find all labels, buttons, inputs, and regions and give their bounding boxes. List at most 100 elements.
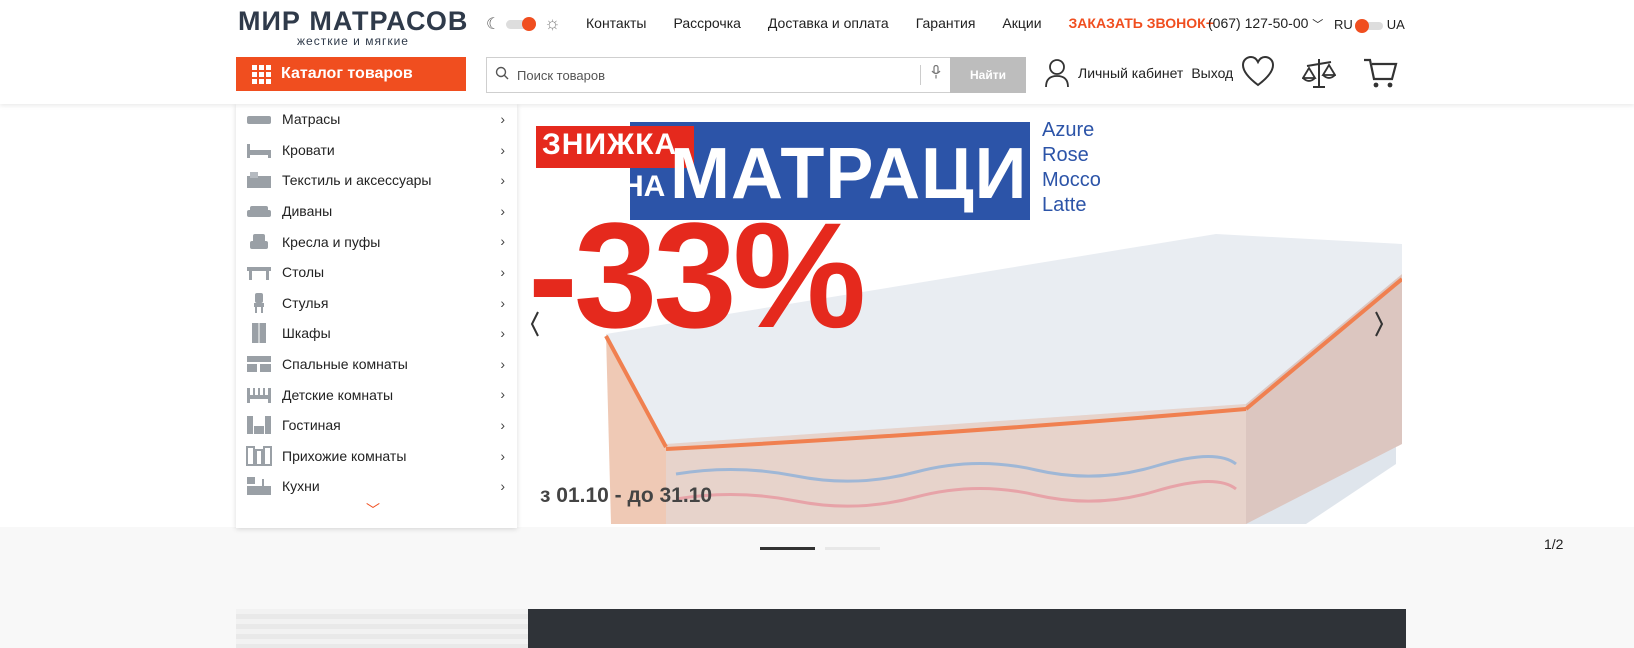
top-nav: Контакты Рассрочка Доставка и оплата Гар… bbox=[586, 15, 1214, 31]
nav-warranty[interactable]: Гарантия bbox=[916, 15, 976, 31]
chevron-right-icon: › bbox=[500, 233, 505, 250]
menu-item-label: Гостиная bbox=[282, 417, 341, 434]
menu-item-hallways[interactable]: Прихожие комнаты › bbox=[236, 441, 517, 472]
chevron-right-icon: › bbox=[500, 141, 505, 158]
logout-link[interactable]: Выход bbox=[1191, 65, 1233, 81]
chevron-right-icon: › bbox=[500, 478, 505, 495]
language-switch[interactable]: RU UA bbox=[1334, 17, 1405, 33]
menu-item-bedrooms[interactable]: Спальные комнаты › bbox=[236, 349, 517, 380]
menu-item-kitchens[interactable]: Кухни › bbox=[236, 471, 517, 502]
nav-contacts[interactable]: Контакты bbox=[586, 15, 646, 31]
wardrobe-icon bbox=[252, 323, 266, 344]
account-area: Личный кабинет Выход bbox=[1044, 58, 1233, 88]
logo-subtitle: жесткие и мягкие bbox=[297, 34, 409, 48]
menu-item-tables[interactable]: Столы › bbox=[236, 257, 517, 288]
menu-item-wardrobes[interactable]: Шкафы › bbox=[236, 318, 517, 349]
search-button[interactable]: Найти bbox=[950, 57, 1026, 93]
banner-model-mocco: Mocco bbox=[1042, 169, 1101, 191]
catalog-button[interactable]: Каталог товаров bbox=[236, 57, 466, 91]
grid-icon bbox=[252, 64, 271, 84]
search-input[interactable] bbox=[517, 58, 920, 92]
chevron-right-icon: › bbox=[500, 386, 505, 403]
mattress-icon bbox=[247, 116, 271, 125]
menu-item-label: Кухни bbox=[282, 478, 320, 495]
sun-icon: ☼ bbox=[544, 13, 561, 33]
phone-number: (067) 127-50-00 bbox=[1208, 15, 1309, 31]
page: МИР МАТРАСОВ жесткие и мягкие ☾ ☼ Контак… bbox=[0, 0, 1634, 648]
lang-ru[interactable]: RU bbox=[1334, 17, 1353, 32]
hallway-icon bbox=[246, 445, 272, 466]
chevron-right-icon: › bbox=[500, 111, 505, 127]
banner-dates: з 01.10 - до 31.10 bbox=[540, 484, 713, 507]
banner-model-azure: Azure bbox=[1042, 119, 1095, 141]
catalog-menu: Матрасы › Кровати › Текстиль и аксессуары ›… bbox=[236, 104, 517, 528]
moon-icon: ☾ bbox=[486, 16, 501, 33]
armchair-icon bbox=[250, 233, 268, 249]
menu-item-label: Прихожие комнаты bbox=[282, 447, 407, 464]
menu-item-sofas[interactable]: Диваны › bbox=[236, 196, 517, 227]
chevron-right-icon: › bbox=[500, 355, 505, 372]
order-call-button[interactable]: ЗАКАЗАТЬ ЗВОНОК+ bbox=[1069, 15, 1214, 31]
textile-icon bbox=[247, 172, 271, 189]
kids-room-icon bbox=[247, 387, 271, 403]
cart-icon[interactable] bbox=[1362, 54, 1398, 90]
personal-cabinet-link[interactable]: Личный кабинет bbox=[1078, 65, 1183, 81]
microphone-icon[interactable] bbox=[920, 64, 950, 85]
banner-discount: -33% bbox=[528, 191, 866, 359]
menu-item-beds[interactable]: Кровати › bbox=[236, 135, 517, 166]
menu-item-kids-rooms[interactable]: Детские комнаты › bbox=[236, 379, 517, 410]
chevron-down-icon[interactable]: ﹀ bbox=[366, 500, 380, 520]
menu-item-label: Текстиль и аксессуары bbox=[282, 172, 432, 189]
below-fold-section bbox=[0, 527, 1634, 648]
chevron-right-icon: › bbox=[500, 263, 505, 280]
chevron-right-icon: › bbox=[500, 447, 505, 464]
search-icon bbox=[487, 66, 517, 84]
banner-model-rose: Rose bbox=[1042, 144, 1089, 166]
sofa-icon bbox=[247, 206, 271, 218]
menu-item-chairs[interactable]: Стулья › bbox=[236, 288, 517, 319]
menu-item-label: Столы bbox=[282, 264, 325, 281]
menu-item-label: Матрасы bbox=[282, 111, 341, 128]
menu-item-label: Спальные комнаты bbox=[282, 356, 408, 373]
table-icon bbox=[247, 267, 271, 281]
language-toggle-knob bbox=[1354, 18, 1369, 33]
chevron-right-icon: › bbox=[500, 202, 505, 219]
menu-item-label: Стулья bbox=[282, 294, 329, 311]
bed-icon bbox=[247, 143, 271, 158]
banner-badge-top: ЗНИЖКА bbox=[542, 128, 678, 161]
theme-toggle[interactable]: ☾ ☼ bbox=[486, 13, 568, 34]
chevron-right-icon: › bbox=[500, 172, 505, 189]
below-fold-left-block bbox=[236, 609, 528, 648]
menu-item-label: Детские комнаты bbox=[282, 386, 394, 403]
menu-item-label: Диваны bbox=[282, 203, 333, 220]
living-room-icon bbox=[247, 416, 271, 435]
chevron-down-icon: ﹀ bbox=[1312, 19, 1324, 31]
heart-icon[interactable] bbox=[1240, 54, 1276, 90]
below-fold-right-image bbox=[528, 609, 1406, 648]
menu-item-textile[interactable]: Текстиль и аксессуары › bbox=[236, 165, 517, 196]
catalog-button-label: Каталог товаров bbox=[281, 65, 413, 82]
logo-title: МИР МАТРАСОВ bbox=[238, 6, 469, 36]
menu-item-label: Шкафы bbox=[282, 325, 331, 342]
kitchen-icon bbox=[247, 477, 271, 496]
chair-icon bbox=[254, 292, 264, 313]
banner-models: Azure Rose Mocco Latte bbox=[1042, 118, 1101, 218]
search-bar: Найти bbox=[486, 57, 1026, 93]
slider-dot-1[interactable] bbox=[760, 547, 815, 550]
menu-item-mattresses[interactable]: Матрасы › bbox=[236, 104, 517, 135]
menu-item-living-room[interactable]: Гостиная › bbox=[236, 410, 517, 441]
nav-installments[interactable]: Рассрочка bbox=[673, 15, 740, 31]
slider-counter: 1/2 bbox=[1544, 536, 1564, 552]
nav-promotions[interactable]: Акции bbox=[1002, 15, 1041, 31]
phone-dropdown[interactable]: (067) 127-50-00 ﹀ bbox=[1208, 15, 1323, 32]
user-icon[interactable] bbox=[1044, 58, 1070, 88]
lang-ua[interactable]: UA bbox=[1387, 17, 1405, 32]
menu-item-armchairs[interactable]: Кресла и пуфы › bbox=[236, 226, 517, 257]
nav-delivery[interactable]: Доставка и оплата bbox=[768, 15, 889, 31]
slider-dot-2[interactable] bbox=[825, 547, 880, 550]
chevron-right-icon: › bbox=[500, 294, 505, 311]
chevron-right-icon: › bbox=[500, 416, 505, 433]
logo[interactable]: МИР МАТРАСОВ жесткие и мягкие bbox=[238, 6, 468, 48]
compare-scales-icon[interactable] bbox=[1302, 56, 1336, 90]
banner-model-latte: Latte bbox=[1042, 194, 1087, 216]
